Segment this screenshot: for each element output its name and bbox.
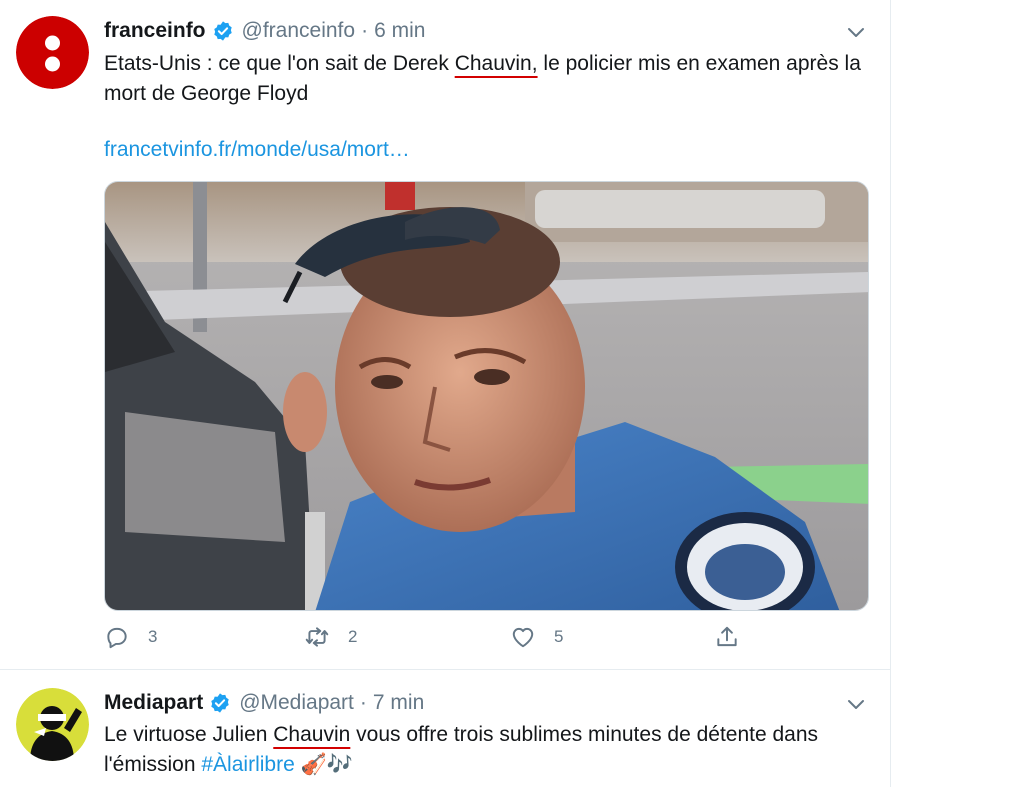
tweet-franceinfo[interactable]: franceinfo @franceinfo · 6 min Etats-Uni… <box>0 0 890 670</box>
timestamp[interactable]: 7 min <box>373 691 424 715</box>
share-button[interactable] <box>714 624 758 650</box>
chevron-down-icon[interactable] <box>846 22 866 42</box>
tweet-header: Mediapart @Mediapart · 7 min <box>104 688 424 718</box>
article-link[interactable]: francetvinfo.fr/monde/usa/mort… <box>104 138 410 161</box>
police-officer-photo <box>105 182 868 610</box>
timestamp[interactable]: 6 min <box>374 19 425 43</box>
tweet-header: franceinfo @franceinfo · 6 min <box>104 16 425 46</box>
tweet-text: Etats-Unis : ce que l'on sait de Derek C… <box>104 49 864 109</box>
highlighted-term: Chauvin, <box>454 52 538 75</box>
tweet-text: Le virtuose Julien Chauvin vous offre tr… <box>104 720 864 780</box>
display-name[interactable]: Mediapart <box>104 691 203 715</box>
tweet-mediapart[interactable]: Mediapart @Mediapart · 7 min Le virtuose… <box>0 671 890 787</box>
chevron-down-icon[interactable] <box>846 694 866 714</box>
hashtag-link[interactable]: #Àlairlibre <box>201 753 294 776</box>
like-icon <box>512 627 534 648</box>
verified-badge-icon <box>211 693 229 713</box>
franceinfo-logo-icon <box>16 16 89 89</box>
retweet-count: 2 <box>348 627 358 646</box>
reply-button[interactable]: 3 <box>104 624 157 650</box>
reply-count: 3 <box>148 627 158 646</box>
separator: · <box>359 691 367 714</box>
emoji: 🎻🎶 <box>300 753 353 776</box>
retweet-button[interactable]: 2 <box>304 624 357 650</box>
link-line: francetvinfo.fr/monde/usa/mort… <box>104 138 410 162</box>
display-name[interactable]: franceinfo <box>104 19 206 43</box>
handle[interactable]: @franceinfo <box>242 19 356 43</box>
text-part: Le virtuose Julien <box>104 723 274 746</box>
share-icon <box>717 626 737 647</box>
like-button[interactable]: 5 <box>510 624 563 650</box>
retweet-icon <box>305 627 329 647</box>
handle[interactable]: @Mediapart <box>239 691 354 715</box>
timeline: franceinfo @franceinfo · 6 min Etats-Uni… <box>0 0 891 787</box>
tweet-actions: 3 2 5 <box>104 624 744 658</box>
like-count: 5 <box>554 627 564 646</box>
text-part: Etats-Unis : ce que l'on sait de Derek <box>104 52 455 75</box>
mediapart-logo-icon <box>16 688 89 761</box>
separator: · <box>361 19 369 42</box>
mediapart-avatar[interactable] <box>16 688 89 761</box>
reply-icon <box>107 627 127 649</box>
highlighted-term: Chauvin <box>273 723 351 746</box>
verified-badge-icon <box>213 21 232 41</box>
tweet-media-image[interactable] <box>104 181 869 611</box>
franceinfo-avatar[interactable] <box>16 16 89 89</box>
